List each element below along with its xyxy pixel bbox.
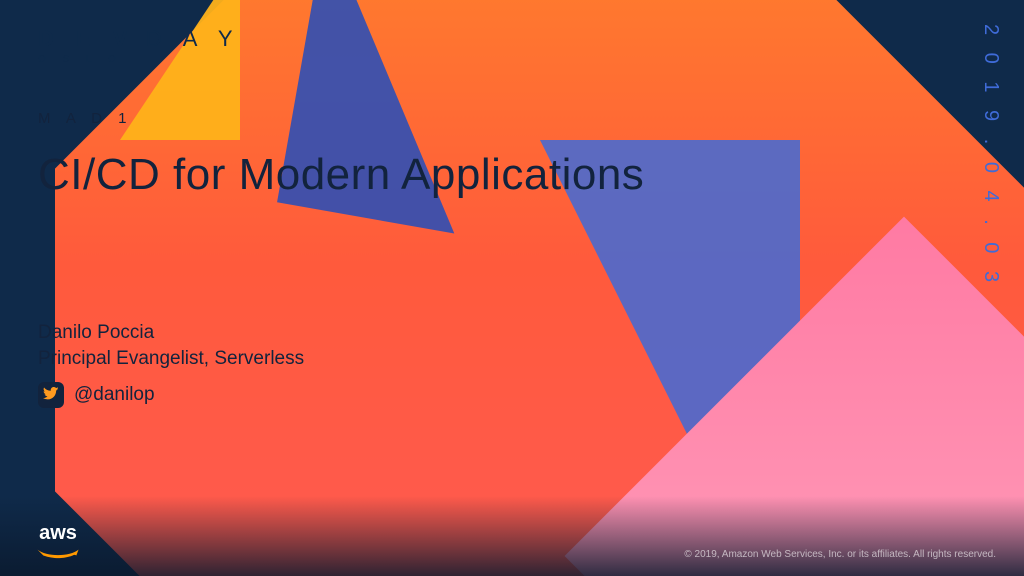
slide-root: D E V D A Y O S L O M A D 1 CI/CD for Mo… (0, 0, 1024, 576)
event-city: O S L O (38, 54, 241, 65)
event-brand-day: D A Y (146, 26, 241, 51)
aws-smile-icon (36, 544, 80, 556)
twitter-handle-text: @danilop (74, 384, 155, 406)
speaker-name: Danilo Poccia (38, 320, 304, 346)
speaker-role: Principal Evangelist, Serverless (38, 346, 304, 372)
twitter-icon (38, 382, 64, 408)
presentation-title: CI/CD for Modern Applications (38, 150, 644, 200)
twitter-handle-row: @danilop (38, 382, 155, 408)
event-date-vertical: 2 0 1 9 . 0 4 . 0 3 (979, 24, 1002, 288)
aws-logo: aws (36, 523, 80, 556)
session-code: M A D 1 (38, 110, 133, 127)
content-layer: D E V D A Y O S L O M A D 1 CI/CD for Mo… (0, 0, 1024, 576)
copyright-text: © 2019, Amazon Web Services, Inc. or its… (684, 549, 996, 560)
event-brand: D E V D A Y O S L O (38, 26, 241, 65)
aws-logo-text: aws (39, 523, 77, 543)
speaker-block: Danilo Poccia Principal Evangelist, Serv… (38, 320, 304, 371)
event-brand-dev: D E V (38, 26, 135, 51)
